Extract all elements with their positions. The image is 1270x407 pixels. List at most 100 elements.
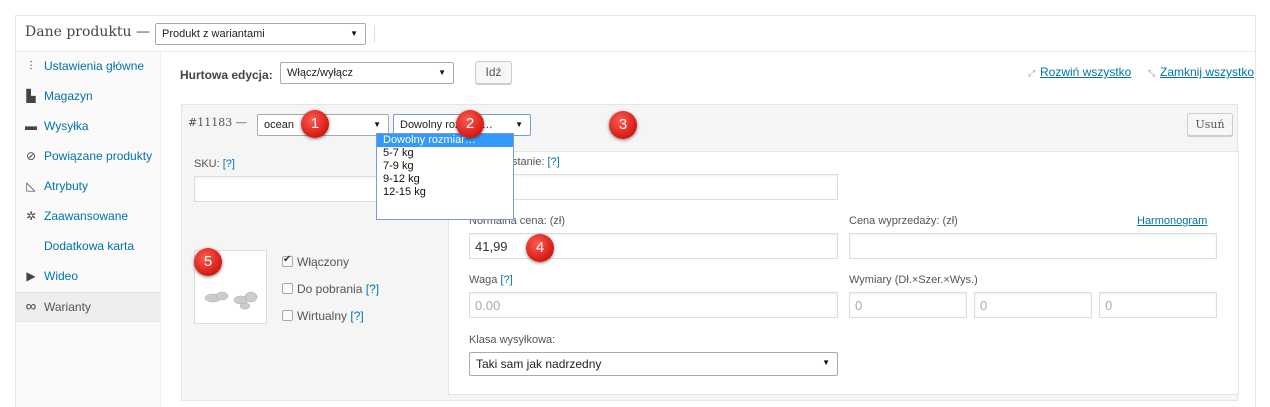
panel-title: Dane produktu — bbox=[25, 24, 150, 40]
checkbox-checked bbox=[282, 254, 293, 267]
stock-label-text: stanie: bbox=[512, 156, 545, 168]
sidebar-item-general[interactable]: ⫶ Ustawienia główne bbox=[16, 52, 161, 82]
size-option[interactable]: 9-12 kg bbox=[377, 173, 513, 186]
variation-fields: stanie: [?] Normalna cena: (zł) 41,99 Ce… bbox=[448, 151, 1239, 395]
expand-icon: ⤢ bbox=[1028, 68, 1036, 78]
enabled-label: Włączony bbox=[297, 255, 350, 269]
go-button[interactable]: Idź bbox=[475, 61, 512, 84]
virtual-label: Wirtualny bbox=[297, 309, 348, 323]
variation-box: #11183 — ocean ▼ Dowolny rozmiar… ▼ Usuń… bbox=[181, 104, 1239, 401]
sidebar-item-label: Wysyłka bbox=[44, 119, 89, 133]
annotation-marker-3: 3 bbox=[609, 111, 637, 139]
length-input[interactable]: 0 bbox=[849, 292, 967, 318]
sidebar-item-variations[interactable]: ∞ Warianty bbox=[16, 292, 161, 322]
sale-price-input[interactable] bbox=[849, 233, 1217, 259]
sidebar-item-label: Warianty bbox=[44, 300, 91, 314]
stock-label: stanie: [?] bbox=[512, 156, 560, 168]
width-input[interactable]: 0 bbox=[974, 292, 1092, 318]
weight-label-text: Waga bbox=[469, 274, 498, 286]
stock-input[interactable] bbox=[469, 174, 838, 200]
product-type-select[interactable]: Produkt z wariantami ▼ bbox=[155, 23, 366, 45]
sidebar-item-attributes[interactable]: ◺ Atrybuty bbox=[16, 172, 161, 202]
triangle-ruler-icon: ◺ bbox=[26, 179, 36, 193]
chevron-down-icon: ▼ bbox=[438, 68, 446, 77]
panel-header: Dane produktu — Produkt z wariantami ▼ bbox=[16, 16, 1255, 52]
sidebar: ⫶ Ustawienia główne ▙ Magazyn ▬ Wysyłka … bbox=[16, 52, 161, 407]
sidebar-item-shipping[interactable]: ▬ Wysyłka bbox=[16, 112, 161, 142]
sidebar-item-label: Magazyn bbox=[44, 89, 93, 103]
gear-icon: ✲ bbox=[25, 209, 37, 223]
chevron-down-icon: ▼ bbox=[373, 120, 381, 129]
help-link[interactable]: [?] bbox=[223, 158, 235, 170]
downloadable-label: Do pobrania bbox=[297, 282, 363, 296]
size-option[interactable]: 7-9 kg bbox=[377, 160, 513, 173]
product-type-value: Produkt z wariantami bbox=[162, 28, 265, 40]
collapse-all-link[interactable]: Zamknij wszystko bbox=[1160, 65, 1254, 79]
chevron-down-icon: ▼ bbox=[350, 29, 358, 38]
help-link[interactable]: [?] bbox=[366, 282, 379, 296]
size-dropdown-list: Dowolny rozmiar… 5-7 kg 7-9 kg 9-12 kg 1… bbox=[376, 133, 514, 220]
link-icon: ⊘ bbox=[25, 149, 37, 163]
enabled-checkbox[interactable]: Włączony bbox=[282, 254, 350, 269]
shipping-class-value: Taki sam jak nadrzedny bbox=[476, 357, 602, 371]
height-input[interactable]: 0 bbox=[1099, 292, 1217, 318]
chevron-down-icon: ▼ bbox=[515, 120, 523, 129]
variation-header: #11183 — ocean ▼ Dowolny rozmiar… ▼ Usuń bbox=[182, 105, 1237, 145]
play-icon: ▶ bbox=[26, 269, 36, 283]
sidebar-item-label: Dodatkowa karta bbox=[44, 239, 135, 253]
variations-panel: Hurtowa edycja: Włącz/wyłącz ▼ Idź ⤢ Roz… bbox=[162, 52, 1255, 407]
boxes-icon: ▙ bbox=[26, 89, 36, 103]
shipping-class-select[interactable]: Taki sam jak nadrzedny ▼ bbox=[469, 352, 838, 376]
sku-label-text: SKU: bbox=[194, 158, 220, 170]
truck-icon: ▬ bbox=[25, 119, 37, 133]
regular-price-input[interactable]: 41,99 bbox=[469, 233, 838, 259]
sku-label: SKU: [?] bbox=[194, 158, 235, 170]
weight-label: Waga [?] bbox=[469, 274, 513, 286]
remove-button[interactable]: Usuń bbox=[1187, 113, 1233, 136]
shipping-class-label: Klasa wysyłkowa: bbox=[469, 334, 556, 346]
weight-input[interactable]: 0.00 bbox=[469, 292, 838, 318]
sidebar-item-video[interactable]: ▶ Wideo bbox=[16, 262, 161, 292]
sliders-icon: ⫶ bbox=[29, 59, 33, 73]
help-link[interactable]: [?] bbox=[547, 156, 559, 168]
sidebar-item-extra-tab[interactable]: Dodatkowa karta bbox=[16, 232, 161, 262]
size-option[interactable]: 12-15 kg bbox=[377, 186, 513, 199]
sku-input[interactable] bbox=[194, 176, 384, 202]
size-option[interactable]: Dowolny rozmiar… bbox=[377, 134, 513, 147]
bulk-edit-value: Włącz/wyłącz bbox=[287, 67, 354, 79]
downloadable-checkbox[interactable]: Do pobrania [?] bbox=[282, 282, 379, 296]
color-value: ocean bbox=[264, 119, 294, 131]
sidebar-item-label: Atrybuty bbox=[44, 179, 89, 193]
collapse-icon: ⤡ bbox=[1148, 68, 1156, 78]
sidebar-item-inventory[interactable]: ▙ Magazyn bbox=[16, 82, 161, 112]
checkbox-unchecked bbox=[282, 310, 293, 321]
sidebar-item-label: Powiązane produkty bbox=[44, 149, 153, 163]
help-link[interactable]: [?] bbox=[500, 274, 512, 286]
variation-id: #11183 — bbox=[188, 116, 247, 129]
sidebar-item-linked-products[interactable]: ⊘ Powiązane produkty bbox=[16, 142, 161, 172]
annotation-marker-5: 5 bbox=[194, 248, 222, 276]
sidebar-item-advanced[interactable]: ✲ Zaawansowane bbox=[16, 202, 161, 232]
divider bbox=[374, 25, 375, 43]
sidebar-item-label: Wideo bbox=[44, 269, 79, 283]
bulk-edit-label: Hurtowa edycja: bbox=[180, 68, 273, 82]
annotation-marker-4: 4 bbox=[526, 234, 554, 262]
bulk-edit-select[interactable]: Włącz/wyłącz ▼ bbox=[280, 62, 454, 84]
checkbox-unchecked bbox=[282, 283, 293, 294]
schedule-link[interactable]: Harmonogram bbox=[1137, 215, 1207, 227]
expand-all-link[interactable]: Rozwiń wszystko bbox=[1040, 65, 1131, 79]
help-link[interactable]: [?] bbox=[350, 309, 363, 323]
size-option[interactable]: 5-7 kg bbox=[377, 147, 513, 160]
sidebar-item-label: Zaawansowane bbox=[44, 209, 129, 223]
sale-price-label: Cena wyprzedaży: (zł) bbox=[849, 215, 958, 227]
virtual-checkbox[interactable]: Wirtualny [?] bbox=[282, 309, 364, 323]
annotation-marker-2: 2 bbox=[456, 110, 484, 138]
infinity-icon: ∞ bbox=[25, 298, 37, 315]
annotation-marker-1: 1 bbox=[301, 110, 329, 138]
sidebar-item-label: Ustawienia główne bbox=[44, 59, 145, 73]
chevron-down-icon: ▼ bbox=[822, 358, 830, 367]
variation-body: SKU: [?] W bbox=[182, 145, 1239, 400]
bulk-edit-bar: Hurtowa edycja: Włącz/wyłącz ▼ Idź ⤢ Roz… bbox=[162, 52, 1255, 107]
dimensions-label: Wymiary (Dł.×Szer.×Wys.) bbox=[849, 274, 978, 286]
product-data-panel: Dane produktu — Produkt z wariantami ▼ ⫶… bbox=[15, 15, 1256, 407]
